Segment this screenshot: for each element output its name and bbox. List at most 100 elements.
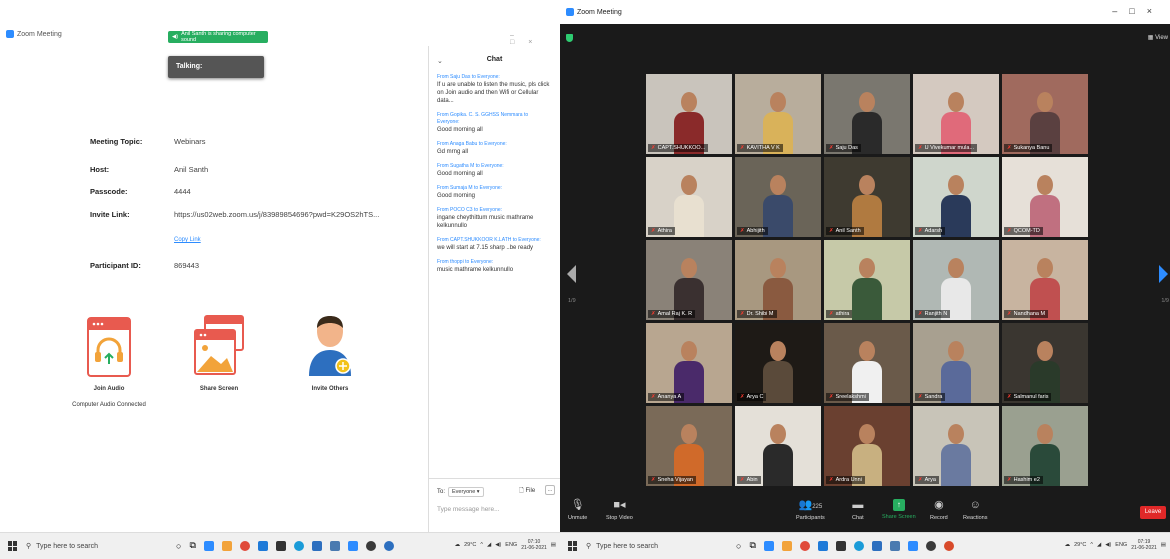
chat-sender[interactable]: From Sugatha M to Everyone: [437,163,552,170]
participant-tile[interactable]: ✗ Sukanya Banu [1002,74,1088,154]
previous-page-arrow-icon[interactable] [567,265,576,283]
participant-tile[interactable]: ✗ Adarsh [913,157,999,237]
taskbar-search[interactable]: ⚲ Type here to search [26,539,98,553]
clock[interactable]: 07:10 21-06-2021 [521,539,547,551]
chat-button[interactable]: ▬ Chat [852,498,864,521]
participant-tile[interactable]: ✗ Amal Raj K. R [646,240,732,320]
taskbar-search[interactable]: ⚲ Type here to search [586,539,658,553]
windows-start-icon[interactable] [8,541,18,551]
tray-chevron-icon[interactable]: ^ [480,542,483,548]
file-explorer-icon[interactable] [221,540,232,551]
right-window-controls[interactable]: –□× [1112,6,1164,16]
security-shield-icon[interactable] [566,34,573,42]
participant-tile[interactable]: ✗ Arya C [735,323,821,403]
chrome-icon[interactable] [239,540,250,551]
zoom-taskbar-icon[interactable] [347,540,358,551]
notifications-icon[interactable]: ▤ [1161,542,1166,548]
mail-icon[interactable] [311,540,322,551]
chat-sender[interactable]: From thoppi to Everyone: [437,259,552,266]
more-button[interactable]: ... [545,485,555,495]
participant-tile[interactable]: ✗ KAVITHA V K [735,74,821,154]
browser-icon[interactable] [853,540,864,551]
participant-tile[interactable]: ✗ Dr. Shibi M [735,240,821,320]
recipient-select[interactable]: Everyone ▾ [448,487,484,497]
tray-chevron-icon[interactable]: ^ [1090,542,1093,548]
settings-icon[interactable] [365,540,376,551]
participant-tile[interactable]: ✗ Abin [735,406,821,486]
participant-tile[interactable]: ✗ Arya [913,406,999,486]
chat-sender[interactable]: From CAPT.SHUKKOOR K.LATH to Everyone: [437,237,552,244]
file-explorer-icon[interactable] [781,540,792,551]
network-icon[interactable]: ◢ [1097,542,1101,548]
participant-tile[interactable]: ✗ Saju Das [824,74,910,154]
participant-tile[interactable]: ✗ CAPT.SHUKKOO... [646,74,732,154]
word-icon[interactable] [889,540,900,551]
chrome-icon[interactable] [799,540,810,551]
language-label[interactable]: ENG [505,542,517,548]
volume-icon[interactable]: ◀) [1105,542,1111,548]
cortana-icon[interactable]: ○ [176,541,181,551]
participant-tile[interactable]: ✗ Hashim e2 [1002,406,1088,486]
edge-icon[interactable] [817,540,828,551]
participant-tile[interactable]: ✗ Sreelakshmi [824,323,910,403]
zoom-taskbar-icon[interactable] [907,540,918,551]
app-icon[interactable] [763,540,774,551]
participant-tile[interactable]: ✗ U Vivekumar mula... [913,74,999,154]
file-button[interactable]: 🗋 File [519,486,535,496]
cortana-icon[interactable]: ○ [736,541,741,551]
unmute-button[interactable]: 🎙 Unmute [568,498,587,521]
language-label[interactable]: ENG [1115,542,1127,548]
word-icon[interactable] [329,540,340,551]
weather-icon[interactable]: ☁ [1065,542,1071,548]
chat-sender[interactable]: From Sumaja M to Everyone: [437,185,552,192]
weather-temp[interactable]: 29°C [1074,542,1086,548]
participant-tile[interactable]: ✗ Salmanul faris [1002,323,1088,403]
network-icon[interactable]: ◢ [487,542,491,548]
join-audio-button[interactable]: Join Audio Computer Audio Connected [64,314,154,408]
participants-button[interactable]: 👥225 Participants [796,498,825,521]
store-icon[interactable] [835,540,846,551]
participant-tile[interactable]: ✗ Sandra [913,323,999,403]
chat-sender[interactable]: From Saju Das to Everyone: [437,74,552,81]
left-window-controls[interactable]: –□× [510,32,560,46]
weather-temp[interactable]: 29°C [464,542,476,548]
participant-tile[interactable]: ✗ Anil Santh [824,157,910,237]
app-icon[interactable] [943,540,954,551]
participant-tile[interactable]: ✗ Athira [646,157,732,237]
invite-others-button[interactable]: Invite Others [285,314,375,392]
clock[interactable]: 07:19 21-06-2021 [1131,539,1157,551]
app-icon[interactable] [203,540,214,551]
windows-start-icon[interactable] [568,541,578,551]
chat-sender[interactable]: From POCO C3 to Everyone: [437,207,552,214]
mail-icon[interactable] [871,540,882,551]
settings-icon[interactable] [925,540,936,551]
chat-sender[interactable]: From Gopika. C. S. GGHSS Nemmara to Ever… [437,112,552,126]
share-screen-toolbar-button[interactable]: ↑ Share Screen [882,498,916,520]
view-button[interactable]: ▦ View [1148,34,1168,41]
store-icon[interactable] [275,540,286,551]
reactions-button[interactable]: ☺ Reactions [963,498,987,521]
chat-sender[interactable]: From Anaga Babu to Everyone: [437,141,552,148]
participant-tile[interactable]: ✗ athira [824,240,910,320]
record-button[interactable]: ◉ Record [930,498,948,521]
chat-input[interactable]: Type message here... [437,506,500,513]
notifications-icon[interactable]: ▤ [551,542,556,548]
participant-tile[interactable]: ✗ Nandhana M [1002,240,1088,320]
browser-icon[interactable] [293,540,304,551]
participant-tile[interactable]: ✗ Ananya A [646,323,732,403]
leave-button[interactable]: Leave [1140,506,1166,519]
task-view-icon[interactable]: ⧉ [749,540,755,551]
chevron-down-icon[interactable]: ⌄ [437,57,443,65]
share-screen-button[interactable]: Share Screen [174,314,264,392]
volume-icon[interactable]: ◀) [495,542,501,548]
participant-tile[interactable]: ✗ QCOM-TD [1002,157,1088,237]
stop-video-button[interactable]: ■◂ Stop Video [606,498,633,521]
weather-icon[interactable]: ☁ [455,542,461,548]
next-page-arrow-icon[interactable] [1159,265,1168,283]
task-view-icon[interactable]: ⧉ [189,540,195,551]
participant-tile[interactable]: ✗ Ardra Unni [824,406,910,486]
app-icon[interactable] [383,540,394,551]
share-banner[interactable]: ◀) Anil Santh is sharing computer sound [168,31,268,43]
copy-link[interactable]: Copy Link [174,237,201,243]
edge-icon[interactable] [257,540,268,551]
